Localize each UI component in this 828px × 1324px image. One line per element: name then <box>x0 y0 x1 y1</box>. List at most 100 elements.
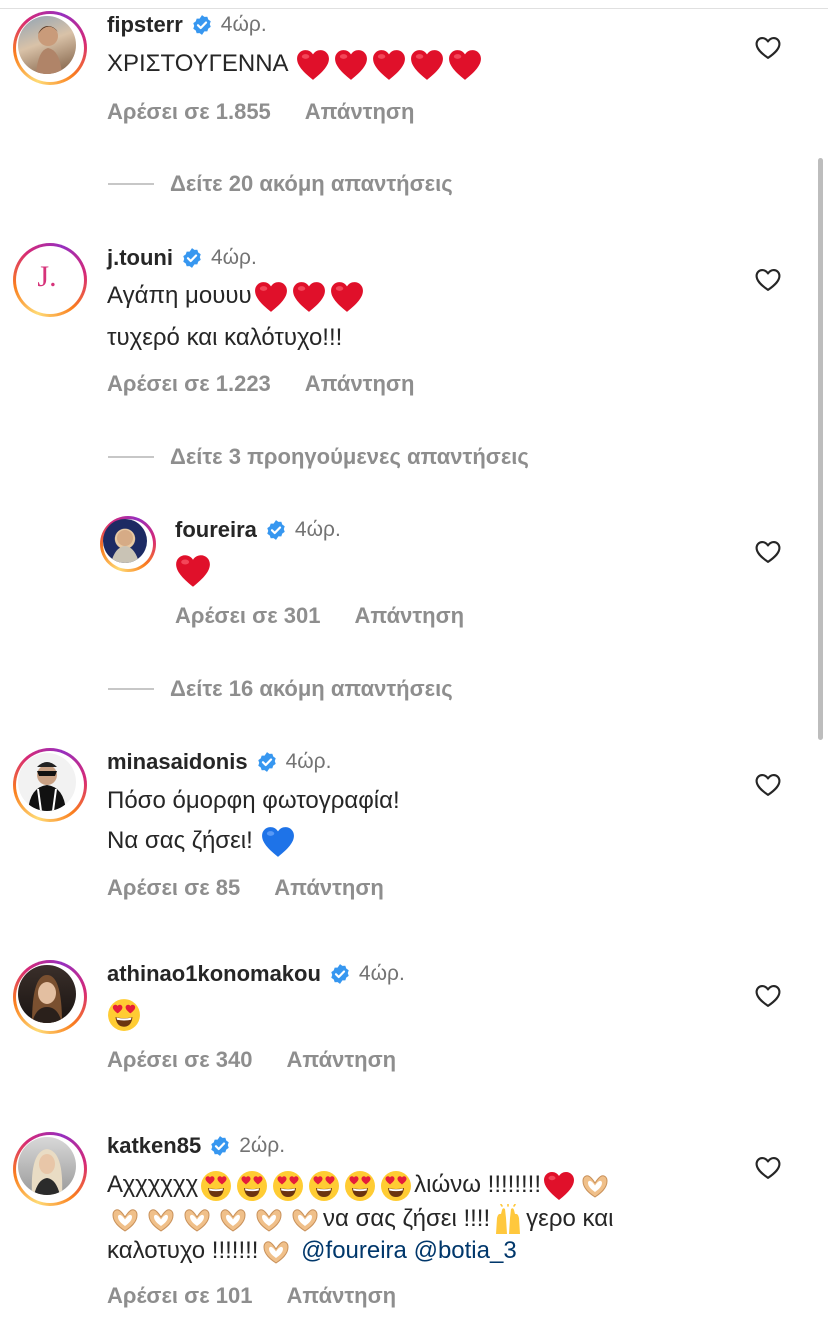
mention-link[interactable]: @botia_3 <box>414 1237 517 1264</box>
verified-badge-icon <box>329 963 351 985</box>
heart-eyes-face-icon <box>308 1170 340 1202</box>
comment-text-part: Αχχχχχχ <box>107 1171 199 1198</box>
verified-badge-icon <box>181 247 203 269</box>
like-heart-icon[interactable] <box>754 982 782 1010</box>
red-heart-icon <box>372 49 406 81</box>
heart-hands-icon <box>181 1204 213 1236</box>
username[interactable]: minasaidonis <box>107 749 248 775</box>
replies-divider <box>108 183 154 185</box>
comment-time: 4ώρ. <box>210 246 257 269</box>
comment-text <box>173 552 213 588</box>
comment-text-part: λιώνω !!!!!!!! <box>414 1171 541 1198</box>
view-more-replies[interactable]: Δείτε 16 ακόμη απαντήσεις <box>108 676 453 702</box>
avatar-letter: J. <box>37 260 57 293</box>
heart-eyes-face-icon <box>344 1170 376 1202</box>
red-heart-icon <box>410 49 444 81</box>
red-heart-icon <box>292 281 326 313</box>
comment-time: 4ώρ. <box>294 518 341 541</box>
view-replies-label[interactable]: Δείτε 3 προηγούμενες απαντήσεις <box>170 444 529 470</box>
reply-button[interactable]: Απάντηση <box>286 1047 396 1073</box>
username[interactable]: fipsterr <box>107 12 183 38</box>
comment-time: 4ώρ. <box>285 750 332 773</box>
view-previous-replies[interactable]: Δείτε 3 προηγούμενες απαντήσεις <box>108 444 529 470</box>
heart-hands-icon <box>109 1204 141 1236</box>
red-heart-icon <box>254 281 288 313</box>
likes-count[interactable]: Αρέσει σε 340 <box>107 1047 252 1073</box>
scrollbar[interactable] <box>818 158 823 740</box>
replies-divider <box>108 688 154 690</box>
reply-button[interactable]: Απάντηση <box>286 1283 396 1309</box>
comment-text-line-1: Αχχχχχχ λιώνω !!!!!!!! <box>107 1167 613 1203</box>
comment-time: 4ώρ. <box>358 962 405 985</box>
like-heart-icon[interactable] <box>754 771 782 799</box>
username[interactable]: foureira <box>175 517 257 543</box>
verified-badge-icon <box>256 751 278 773</box>
comment-text-part: γερο και <box>526 1205 614 1232</box>
avatar[interactable] <box>13 1132 87 1206</box>
username[interactable]: athinao1konomakou <box>107 961 321 987</box>
replies-divider <box>108 456 154 458</box>
heart-eyes-face-icon <box>236 1170 268 1202</box>
heart-eyes-face-icon <box>107 998 141 1032</box>
heart-hands-icon <box>145 1204 177 1236</box>
avatar[interactable]: J. <box>13 243 87 317</box>
top-divider <box>0 0 828 9</box>
like-heart-icon[interactable] <box>754 538 782 566</box>
red-heart-icon <box>448 49 482 81</box>
like-heart-icon[interactable] <box>754 1154 782 1182</box>
heart-hands-icon <box>217 1204 249 1236</box>
likes-count[interactable]: Αρέσει σε 85 <box>107 875 240 901</box>
like-heart-icon[interactable] <box>754 34 782 62</box>
raised-hands-icon <box>492 1204 524 1236</box>
view-more-replies[interactable]: Δείτε 20 ακόμη απαντήσεις <box>108 171 453 197</box>
comment-text: ΧΡΙΣΤΟΥΓΕΝΝΑ <box>107 46 484 82</box>
username[interactable]: katken85 <box>107 1133 201 1159</box>
reply-button[interactable]: Απάντηση <box>354 603 464 629</box>
likes-count[interactable]: Αρέσει σε 101 <box>107 1283 252 1309</box>
red-heart-icon <box>334 49 368 81</box>
avatar[interactable] <box>13 960 87 1034</box>
blue-heart-icon <box>261 826 295 858</box>
likes-count[interactable]: Αρέσει σε 1.855 <box>107 99 271 125</box>
avatar[interactable] <box>100 516 156 572</box>
verified-badge-icon <box>209 1135 231 1157</box>
heart-eyes-face-icon <box>380 1170 412 1202</box>
comment-line-1: Αγάπη μουυυ <box>107 282 252 309</box>
avatar[interactable] <box>13 748 87 822</box>
heart-hands-icon <box>260 1236 292 1268</box>
comment-text-line-3: καλοτυχο !!!!!!! @foureira @botia_3 <box>107 1233 517 1269</box>
mention-link[interactable]: @foureira <box>301 1237 407 1264</box>
heart-eyes-face-icon <box>200 1170 232 1202</box>
likes-count[interactable]: Αρέσει σε 1.223 <box>107 371 271 397</box>
comment-text: Να σας ζήσει! <box>107 823 297 859</box>
red-heart-icon <box>543 1171 575 1201</box>
like-heart-icon[interactable] <box>754 266 782 294</box>
heart-hands-icon <box>253 1204 285 1236</box>
heart-eyes-face-icon <box>272 1170 304 1202</box>
username[interactable]: j.touni <box>107 245 173 271</box>
verified-badge-icon <box>191 14 213 36</box>
heart-hands-icon <box>579 1170 611 1202</box>
comment-text: Αγάπη μουυυ <box>107 278 366 314</box>
red-heart-icon <box>296 49 330 81</box>
comment-text-content: ΧΡΙΣΤΟΥΓΕΝΝΑ <box>107 50 288 77</box>
reply-button[interactable]: Απάντηση <box>305 371 415 397</box>
reply-button[interactable]: Απάντηση <box>274 875 384 901</box>
heart-hands-icon <box>289 1204 321 1236</box>
comment-text-part: να σας ζήσει !!!! <box>323 1205 491 1232</box>
comment-line-2: Να σας ζήσει! <box>107 827 253 854</box>
red-heart-icon <box>175 554 211 588</box>
red-heart-icon <box>330 281 364 313</box>
comment-line-2: τυχερό και καλότυχο!!! <box>107 324 343 351</box>
comment-text-part: καλοτυχο !!!!!!! <box>107 1237 259 1264</box>
comment-line-1: Πόσο όμορφη φωτογραφία! <box>107 787 400 814</box>
reply-button[interactable]: Απάντηση <box>305 99 415 125</box>
comment-time: 2ώρ. <box>239 1134 286 1157</box>
avatar[interactable] <box>13 11 87 85</box>
view-replies-label[interactable]: Δείτε 20 ακόμη απαντήσεις <box>170 171 453 197</box>
view-replies-label[interactable]: Δείτε 16 ακόμη απαντήσεις <box>170 676 453 702</box>
comment-time: 4ώρ. <box>220 13 267 36</box>
likes-count[interactable]: Αρέσει σε 301 <box>175 603 320 629</box>
comment-text-line-2: να σας ζήσει !!!! γερο και <box>107 1201 613 1237</box>
verified-badge-icon <box>265 519 287 541</box>
